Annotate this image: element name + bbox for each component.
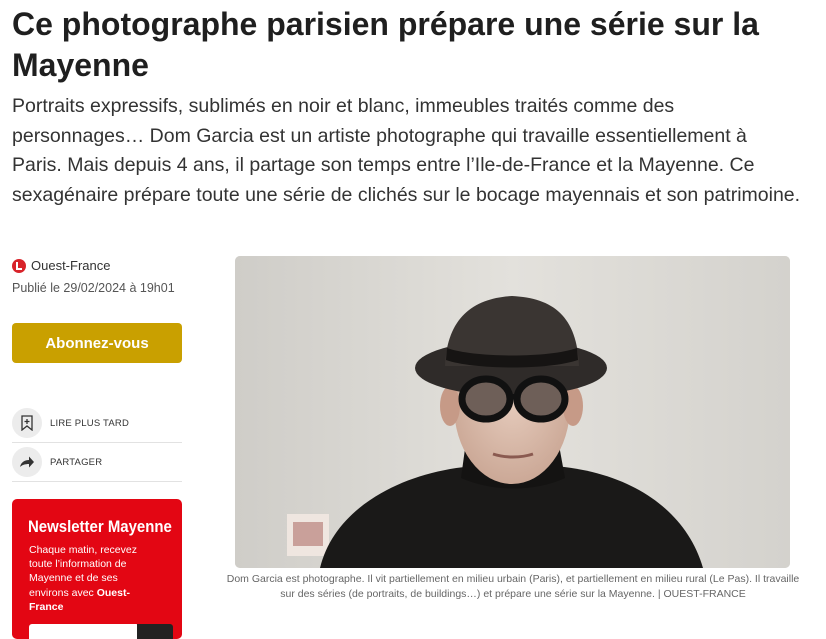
bookmark-plus-icon (12, 408, 42, 438)
newsletter-box: Newsletter Mayenne Chaque matin, recevez… (12, 499, 182, 639)
article-title: Ce photographe parisien prépare une séri… (12, 6, 759, 83)
publish-date: Publié le 29/02/2024 à 19h01 (12, 281, 175, 295)
article-photo (235, 256, 790, 568)
source-line: Ouest-France (12, 258, 110, 273)
portrait-image (235, 256, 790, 568)
subscribe-button[interactable]: Abonnez-vous (12, 323, 182, 363)
newsletter-submit-button[interactable] (137, 624, 173, 639)
article-lede: Portraits expressifs, sublimés en noir e… (12, 95, 801, 206)
share-button[interactable]: PARTAGER (12, 443, 182, 482)
read-later-button[interactable]: LIRE PLUS TARD (12, 404, 182, 443)
ouest-france-logo-icon (12, 258, 26, 273)
source-name[interactable]: Ouest-France (31, 258, 110, 273)
newsletter-title: Newsletter Mayenne (28, 517, 172, 536)
share-arrow-icon (12, 447, 42, 477)
newsletter-email-input[interactable] (29, 624, 139, 639)
share-label: PARTAGER (50, 456, 103, 468)
read-later-label: LIRE PLUS TARD (50, 417, 129, 429)
newsletter-text: Chaque matin, recevez toute l’informatio… (29, 543, 147, 614)
photo-caption: Dom Garcia est photographe. Il vit parti… (226, 573, 800, 600)
